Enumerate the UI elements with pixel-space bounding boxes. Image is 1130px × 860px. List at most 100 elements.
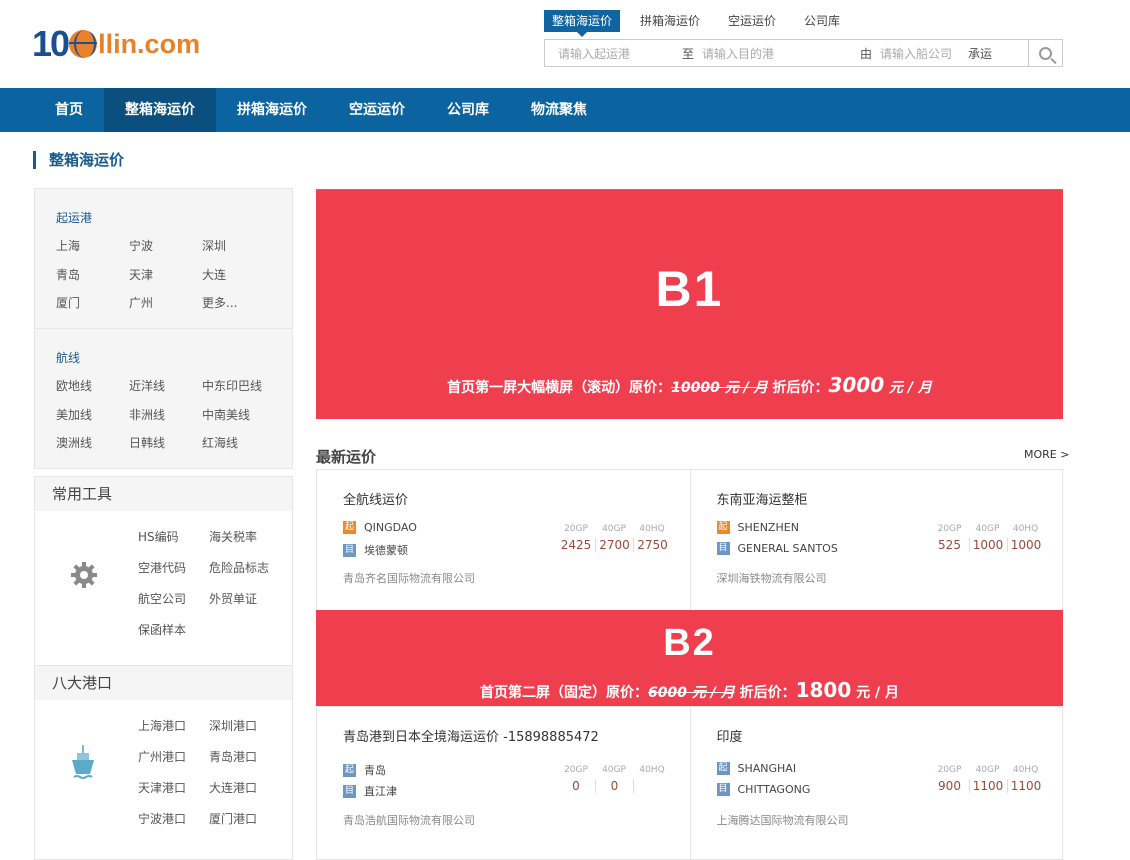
rate-company[interactable]: 青岛浩航国际物流有限公司 <box>343 812 475 828</box>
nav-lcl[interactable]: 拼箱海运价 <box>216 88 328 132</box>
banner-b2-text: 首页第二屏（固定）原价： <box>480 685 648 701</box>
port-page-link[interactable]: 宁波港口 <box>138 804 209 835</box>
banner-b1[interactable]: B1 首页第一屏大幅横屏（滚动）原价：10000 元 / 月 折后价：3000 … <box>316 189 1063 419</box>
banner-b1-price: 3000 <box>828 373 885 397</box>
page-title: 整箱海运价 <box>33 151 124 169</box>
rate-card[interactable]: 全航线运价 起 QINGDAO 目埃德蒙顿 20GP 40GP 40HQ 2425 27… <box>317 470 690 610</box>
route-link[interactable]: 中南美线 <box>202 401 282 430</box>
rate-card[interactable]: 东南亚海运整柜 起 SHENZHEN 目 GENERAL SANTOS 20GP 40… <box>689 470 1063 610</box>
nav-company[interactable]: 公司库 <box>426 88 510 132</box>
tool-link-trade-docs[interactable]: 外贸单证 <box>209 584 289 615</box>
port-page-link[interactable]: 广州港口 <box>138 742 209 773</box>
dest-tag: 目 <box>343 543 356 557</box>
price-20gp: 2425 <box>560 538 592 552</box>
rate-card[interactable]: 青岛港到日本全境海运运价 -15898885472 起青岛 目直江津 20GP 4… <box>317 707 690 860</box>
tool-link-hs-code[interactable]: HS编码 <box>138 522 209 553</box>
tool-link-guarantee[interactable]: 保函样本 <box>138 615 209 646</box>
size-40gp: 40GP <box>602 765 626 775</box>
logo-text-zero: 0 <box>50 23 70 64</box>
banner-b2[interactable]: B2 首页第二屏（固定）原价：6000 元 / 月 折后价：1800 元 / 月 <box>316 610 1063 706</box>
rate-card-title[interactable]: 青岛港到日本全境海运运价 -15898885472 <box>343 726 599 745</box>
price-40gp: 2700 <box>595 538 633 552</box>
price-20gp: 0 <box>572 779 580 793</box>
price-40gp: 1000 <box>968 538 1007 552</box>
port-page-link[interactable]: 上海港口 <box>138 711 209 742</box>
route-link[interactable]: 近洋线 <box>129 372 202 401</box>
size-40hq: 40HQ <box>639 765 665 775</box>
nav-air[interactable]: 空运运价 <box>328 88 426 132</box>
rate-company[interactable]: 上海腾达国际物流有限公司 <box>717 812 849 828</box>
by-label: 由 <box>860 46 873 61</box>
route-link[interactable]: 澳洲线 <box>56 429 129 458</box>
route-link[interactable]: 红海线 <box>202 429 282 458</box>
dest-tag: 目 <box>716 783 730 796</box>
rate-card[interactable]: 印度 起 SHANGHAI 目 CHITTAGONG 20GP 40GP 40HQ 90… <box>689 707 1063 860</box>
search-tab-fcl[interactable]: 整箱海运价 <box>544 10 621 37</box>
carrier-label: 承运 <box>968 46 993 61</box>
port-link[interactable]: 天津 <box>129 261 202 290</box>
dest-port-input[interactable]: 请输入目的港 <box>702 45 774 62</box>
search-tab-company[interactable]: 公司库 <box>796 10 848 32</box>
size-40hq: 40HQ <box>1012 524 1039 534</box>
ship-icon <box>72 745 94 779</box>
origin-port-input[interactable]: 请输入起运港 <box>558 45 630 62</box>
size-20gp: 20GP <box>937 524 962 534</box>
rate-company[interactable]: 深圳海铁物流有限公司 <box>717 570 827 586</box>
latest-rates-heading: 最新运价 <box>316 448 377 466</box>
port-page-link[interactable]: 厦门港口 <box>209 804 289 835</box>
tool-link-airline[interactable]: 航空公司 <box>138 584 209 615</box>
ports-heading: 八大港口 <box>35 666 292 700</box>
size-40gp: 40GP <box>975 765 1000 775</box>
site-logo[interactable]: 1 0 llin.com <box>32 22 200 66</box>
size-40gp: 40GP <box>975 524 1000 534</box>
search-button[interactable] <box>1028 40 1062 66</box>
route-link[interactable]: 非洲线 <box>129 401 202 430</box>
port-link[interactable]: 广州 <box>129 289 202 318</box>
dest-tag: 目 <box>343 784 356 798</box>
search-tab-lcl[interactable]: 拼箱海运价 <box>632 10 708 32</box>
port-page-link[interactable]: 深圳港口 <box>209 711 289 742</box>
nav-home[interactable]: 首页 <box>34 88 104 132</box>
tool-link-dangerous-goods[interactable]: 危险品标志 <box>209 553 289 584</box>
size-40hq: 40HQ <box>1012 765 1039 775</box>
port-link[interactable]: 青岛 <box>56 261 129 290</box>
search-tab-air[interactable]: 空运运价 <box>720 10 784 32</box>
rate-card-title[interactable]: 东南亚海运整柜 <box>717 489 808 508</box>
gear-icon <box>71 562 97 588</box>
route-link[interactable]: 美加线 <box>56 401 129 430</box>
origin-port: SHANGHAI <box>737 762 797 775</box>
more-ports-link[interactable]: 更多... <box>202 289 282 318</box>
port-link[interactable]: 上海 <box>56 232 129 261</box>
nav-fcl[interactable]: 整箱海运价 <box>104 88 216 132</box>
banner-b1-text: 首页第一屏大幅横屏（滚动）原价： <box>447 380 672 396</box>
size-20gp: 20GP <box>937 765 962 775</box>
banner-b1-unit: 元 / 月 <box>884 380 932 396</box>
rate-card-title[interactable]: 印度 <box>717 726 743 745</box>
nav-news[interactable]: 物流聚焦 <box>510 88 608 132</box>
more-link[interactable]: MORE > <box>1024 448 1069 461</box>
size-20gp: 20GP <box>564 765 588 775</box>
rate-card-title[interactable]: 全航线运价 <box>343 489 408 508</box>
rate-company[interactable]: 青岛齐名国际物流有限公司 <box>343 570 475 586</box>
port-page-link[interactable]: 大连港口 <box>209 773 289 804</box>
origin-port-heading: 起运港 <box>56 211 93 225</box>
route-heading: 航线 <box>56 351 81 365</box>
port-link[interactable]: 厦门 <box>56 289 129 318</box>
origin-port: QINGDAO <box>364 521 417 534</box>
banner-b2-unit: 元 / 月 <box>851 685 899 701</box>
tool-link-airport-code[interactable]: 空港代码 <box>138 553 209 584</box>
route-link[interactable]: 中东印巴线 <box>202 372 282 401</box>
route-link[interactable]: 日韩线 <box>129 429 202 458</box>
port-link[interactable]: 大连 <box>202 261 282 290</box>
port-link[interactable]: 宁波 <box>129 232 202 261</box>
port-page-link[interactable]: 天津港口 <box>138 773 209 804</box>
to-label: 至 <box>682 46 695 61</box>
route-link[interactable]: 欧地线 <box>56 372 129 401</box>
price-40hq: 1100 <box>1006 779 1045 793</box>
port-page-link[interactable]: 青岛港口 <box>209 742 289 773</box>
tool-link-tariff[interactable]: 海关税率 <box>209 522 289 553</box>
carrier-input[interactable]: 请输入船公司 <box>880 45 952 62</box>
banner-b2-label: B2 <box>663 622 716 664</box>
search-type-tabs: 整箱海运价 拼箱海运价 空运运价 公司库 <box>544 10 860 37</box>
port-link[interactable]: 深圳 <box>202 232 282 261</box>
